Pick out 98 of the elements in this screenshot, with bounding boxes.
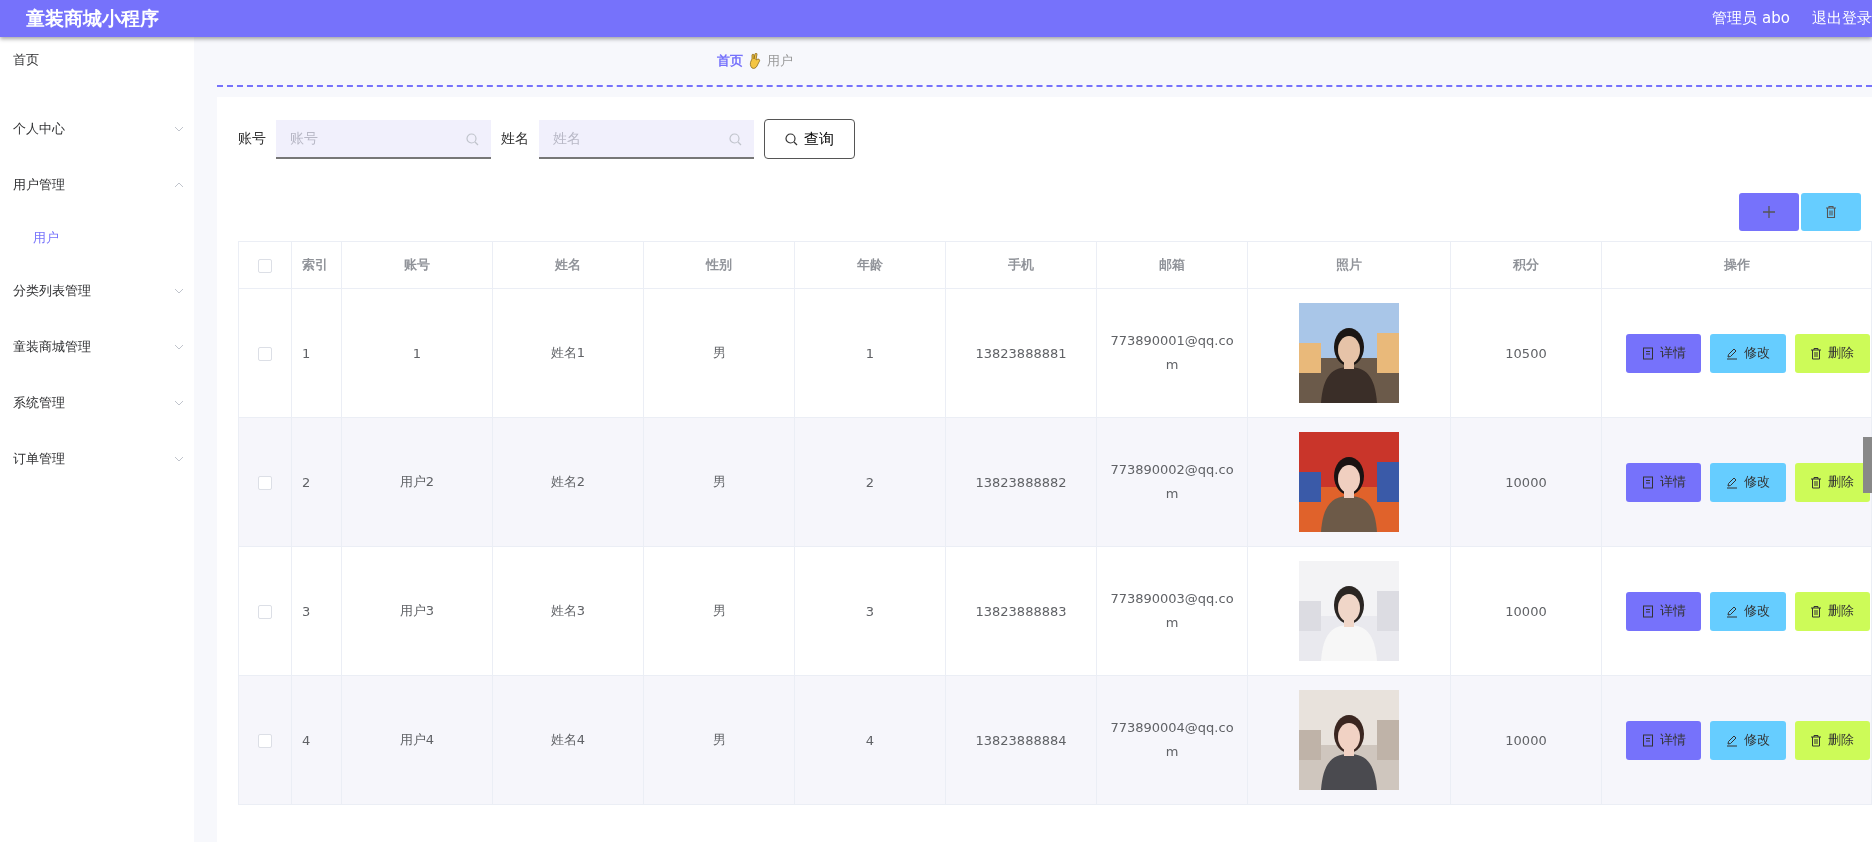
document-icon <box>1641 604 1654 618</box>
table-cell: 773890001@qq.com <box>1096 288 1248 418</box>
trash-icon <box>1810 475 1823 489</box>
table-cell: 3 <box>291 546 342 676</box>
table-cell: 用户3 <box>341 546 493 676</box>
edit-button[interactable]: 修改 <box>1710 462 1786 502</box>
column-header: 索引 <box>291 241 342 289</box>
table-cell: 1 <box>794 288 946 418</box>
column-header: 手机 <box>945 241 1097 289</box>
table-cell: 4 <box>794 675 946 805</box>
scrollbar-thumb[interactable] <box>1863 437 1872 493</box>
table-cell: 2 <box>794 417 946 547</box>
select-all-checkbox[interactable] <box>258 258 272 273</box>
trash-icon <box>1824 205 1838 219</box>
field-label: 账号 <box>238 130 266 148</box>
pencil-icon <box>1726 604 1738 618</box>
table-cell: 4 <box>291 675 342 805</box>
menu-item[interactable]: 用户管理 <box>0 157 194 213</box>
row-checkbox[interactable] <box>258 346 272 361</box>
table-cell: 男 <box>643 546 795 676</box>
detail-button[interactable]: 详情 <box>1626 720 1702 760</box>
column-header: 操作 <box>1601 241 1872 289</box>
row-checkbox[interactable] <box>258 475 272 490</box>
column-header: 照片 <box>1247 241 1451 289</box>
breadcrumb-item[interactable]: 首页 <box>716 52 743 70</box>
breadcrumb-item: 用户 <box>766 52 793 70</box>
table-cell: 773890002@qq.com <box>1096 417 1248 547</box>
table-cell: 10500 <box>1450 288 1602 418</box>
search-field[interactable]: 姓名 <box>539 119 754 159</box>
delete-button[interactable]: 删除 <box>1794 591 1870 631</box>
trash-icon <box>1810 604 1823 618</box>
plus-icon <box>1762 205 1776 219</box>
row-checkbox[interactable] <box>258 733 272 748</box>
pencil-icon <box>1726 346 1738 360</box>
field-label: 姓名 <box>501 130 529 148</box>
search-field[interactable]: 账号 <box>276 119 491 159</box>
table-cell: 男 <box>643 417 795 547</box>
pencil-icon <box>1726 475 1738 489</box>
add-button[interactable] <box>1739 193 1799 231</box>
logout-link[interactable]: 退出登录 <box>1812 9 1872 28</box>
delete-button[interactable] <box>1801 193 1861 231</box>
menu-item[interactable]: 首页 <box>0 45 194 77</box>
delete-button[interactable]: 删除 <box>1794 462 1870 502</box>
document-icon <box>1641 733 1654 747</box>
menu-item[interactable]: 系统管理 <box>0 375 194 431</box>
table-cell: 男 <box>643 675 795 805</box>
table-cell: 用户4 <box>341 675 493 805</box>
table-cell: 10000 <box>1450 546 1602 676</box>
delete-button[interactable]: 删除 <box>1794 720 1870 760</box>
table-cell: 姓名2 <box>492 417 644 547</box>
menu-item[interactable]: 订单管理 <box>0 431 194 487</box>
table-cell: 13823888884 <box>945 675 1097 805</box>
search-icon <box>466 132 479 146</box>
app-title: 童装商城小程序 <box>26 5 159 31</box>
detail-button[interactable]: 详情 <box>1626 591 1702 631</box>
document-icon <box>1641 346 1654 360</box>
table-cell: 10000 <box>1450 417 1602 547</box>
edit-button[interactable]: 修改 <box>1710 591 1786 631</box>
search-icon <box>729 132 742 146</box>
submenu-item[interactable]: 用户 <box>0 213 194 263</box>
detail-button[interactable]: 详情 <box>1626 333 1702 373</box>
table-cell: 13823888882 <box>945 417 1097 547</box>
table-cell: 13823888883 <box>945 546 1097 676</box>
table-cell: 男 <box>643 288 795 418</box>
column-header: 账号 <box>341 241 493 289</box>
table-cell: 姓名1 <box>492 288 644 418</box>
search-icon <box>785 132 798 146</box>
column-header: 年龄 <box>794 241 946 289</box>
menu-item[interactable]: 童装商城管理 <box>0 319 194 375</box>
admin-user: 管理员 abo <box>1712 9 1790 28</box>
column-header: 积分 <box>1450 241 1602 289</box>
document-icon <box>1641 475 1654 489</box>
hand-icon <box>748 53 761 69</box>
table-cell: 773890004@qq.com <box>1096 675 1248 805</box>
menu-item[interactable]: 分类列表管理 <box>0 263 194 319</box>
edit-button[interactable]: 修改 <box>1710 720 1786 760</box>
column-header: 邮箱 <box>1096 241 1248 289</box>
column-header: 性别 <box>643 241 795 289</box>
table-cell: 1 <box>341 288 493 418</box>
table-cell: 773890003@qq.com <box>1096 546 1248 676</box>
table-cell: 13823888881 <box>945 288 1097 418</box>
table-cell: 姓名3 <box>492 546 644 676</box>
table-cell: 2 <box>291 417 342 547</box>
table-cell: 姓名4 <box>492 675 644 805</box>
trash-icon <box>1810 346 1823 360</box>
table-cell: 1 <box>291 288 342 418</box>
search-button[interactable]: 查询 <box>764 119 855 159</box>
row-checkbox[interactable] <box>258 604 272 619</box>
edit-button[interactable]: 修改 <box>1710 333 1786 373</box>
trash-icon <box>1810 733 1823 747</box>
detail-button[interactable]: 详情 <box>1626 462 1702 502</box>
pencil-icon <box>1726 733 1738 747</box>
table-cell: 10000 <box>1450 675 1602 805</box>
column-header: 姓名 <box>492 241 644 289</box>
table-cell: 用户2 <box>341 417 493 547</box>
delete-button[interactable]: 删除 <box>1794 333 1870 373</box>
table-cell: 3 <box>794 546 946 676</box>
menu-item[interactable]: 个人中心 <box>0 101 194 157</box>
